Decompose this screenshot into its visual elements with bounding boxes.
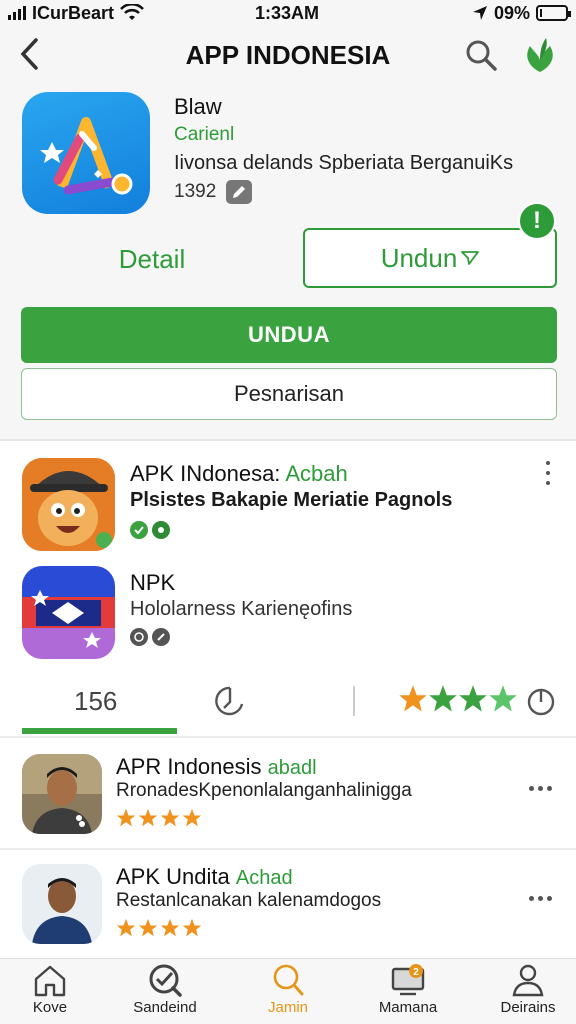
avatar bbox=[22, 754, 102, 834]
shield-icon bbox=[152, 521, 170, 539]
location-icon bbox=[472, 6, 487, 20]
stats-row: 156 bbox=[0, 672, 576, 734]
download-outline-button[interactable]: Undun bbox=[303, 228, 557, 288]
list-item-subtitle: Plsistes Bakapie Meriatie Pagnols bbox=[130, 489, 453, 511]
active-tab-indicator bbox=[22, 728, 177, 734]
verified-icon bbox=[130, 521, 148, 539]
rating-stars bbox=[116, 918, 202, 938]
search-icon[interactable] bbox=[464, 38, 498, 72]
tab-monitor[interactable]: 2 Mamana bbox=[358, 963, 458, 1023]
alert-badge: ! bbox=[518, 202, 556, 240]
list-item-title: NPK bbox=[130, 570, 176, 595]
rating-stars bbox=[398, 684, 518, 714]
globe-icon bbox=[130, 628, 148, 646]
avatar bbox=[22, 864, 102, 944]
row-divider bbox=[0, 736, 576, 738]
star-icon bbox=[138, 918, 158, 937]
list-item[interactable]: APK Undita Achad Restanlcanakan kalenamd… bbox=[0, 858, 576, 954]
monitor-icon: 2 bbox=[391, 964, 425, 996]
list-item-subtitle: Restanlcanakan kalenamdogos bbox=[116, 890, 382, 911]
signal-icon bbox=[8, 6, 26, 20]
more-options-icon[interactable] bbox=[529, 786, 552, 791]
bottom-tab-bar: Kove Sandeind Jamin 2 Mamana Deirains bbox=[0, 958, 576, 1024]
wifi-icon bbox=[120, 4, 144, 20]
send-icon bbox=[461, 251, 480, 265]
list-item-title: APK INdonesa: Acbah bbox=[130, 461, 348, 486]
download-primary-button[interactable]: UNDUA bbox=[21, 307, 557, 363]
list-item[interactable]: APR Indonesis abadl RronadesKpenonlalang… bbox=[0, 748, 576, 844]
stats-divider bbox=[353, 686, 355, 716]
star-icon bbox=[116, 918, 136, 937]
secondary-button[interactable]: Pesnarisan bbox=[21, 368, 557, 420]
clock-icon[interactable] bbox=[526, 684, 556, 718]
star-icon bbox=[459, 685, 487, 712]
app-developer[interactable]: Carienl bbox=[174, 124, 234, 146]
list-item-title: APR Indonesis abadl bbox=[116, 754, 317, 779]
tab-profile[interactable]: Deirains bbox=[478, 963, 576, 1023]
top-header: APP INDONESIA bbox=[0, 26, 576, 84]
star-icon bbox=[182, 808, 202, 827]
more-options-icon[interactable] bbox=[544, 461, 552, 485]
star-icon bbox=[429, 685, 457, 712]
list-item-subtitle: RronadesKpenonlalanganhalinigga bbox=[116, 780, 412, 801]
search-icon bbox=[273, 964, 304, 996]
list-item[interactable]: NPK Hololarness Karienęofins bbox=[0, 566, 576, 666]
row-divider bbox=[0, 848, 576, 850]
tab-badge: 2 bbox=[413, 967, 419, 978]
list-item-title: APK Undita Achad bbox=[116, 864, 293, 889]
download-outline-label: Undun bbox=[380, 242, 458, 273]
carrier-name: ICurBeart bbox=[32, 2, 115, 23]
app-icon[interactable] bbox=[22, 92, 150, 214]
star-icon bbox=[160, 918, 180, 937]
battery-icon bbox=[536, 5, 571, 21]
tab-home[interactable]: Kove bbox=[0, 963, 100, 1023]
star-icon bbox=[399, 685, 427, 712]
app-summary: Blaw Carienl Iivonsa delands Spberiata B… bbox=[0, 84, 576, 440]
star-icon bbox=[489, 685, 517, 712]
star-icon bbox=[138, 808, 158, 827]
list-item[interactable]: APK INdonesa: Acbah Plsistes Bakapie Mer… bbox=[0, 455, 576, 555]
app-description: Iivonsa delands Spberiata BerganuiKs bbox=[174, 152, 514, 174]
rating-stars bbox=[116, 808, 202, 828]
home-icon bbox=[34, 965, 66, 997]
badge-row bbox=[130, 521, 170, 539]
edit-icon bbox=[152, 628, 170, 646]
user-icon bbox=[512, 964, 544, 997]
share-icon[interactable] bbox=[214, 684, 248, 718]
edit-icon[interactable] bbox=[226, 180, 253, 204]
star-icon bbox=[182, 918, 202, 937]
star-icon bbox=[116, 808, 136, 827]
list-item-subtitle: Hololarness Karienęofins bbox=[130, 598, 353, 620]
cartoon-app-icon bbox=[22, 458, 115, 551]
tab-search[interactable]: Jamin bbox=[238, 963, 338, 1023]
app-size: 1392 bbox=[174, 181, 217, 202]
app-size-row: 1392 bbox=[174, 180, 253, 204]
flag-app-icon bbox=[22, 566, 115, 659]
clock: 1:33AM bbox=[255, 2, 320, 23]
battery-percent: 09% bbox=[493, 2, 530, 23]
check-search-icon bbox=[149, 964, 182, 997]
star-icon bbox=[160, 808, 180, 827]
app-name: Blaw bbox=[174, 94, 222, 119]
section-divider bbox=[0, 439, 576, 441]
tab-check[interactable]: Sandeind bbox=[115, 963, 215, 1023]
more-options-icon[interactable] bbox=[529, 896, 552, 901]
status-bar: ICurBeart 1:33AM 09% bbox=[0, 0, 576, 26]
leaf-logo-icon[interactable] bbox=[522, 36, 558, 74]
download-count: 156 bbox=[74, 686, 118, 716]
detail-button[interactable]: Detail bbox=[22, 229, 282, 289]
badge-row bbox=[130, 628, 170, 646]
